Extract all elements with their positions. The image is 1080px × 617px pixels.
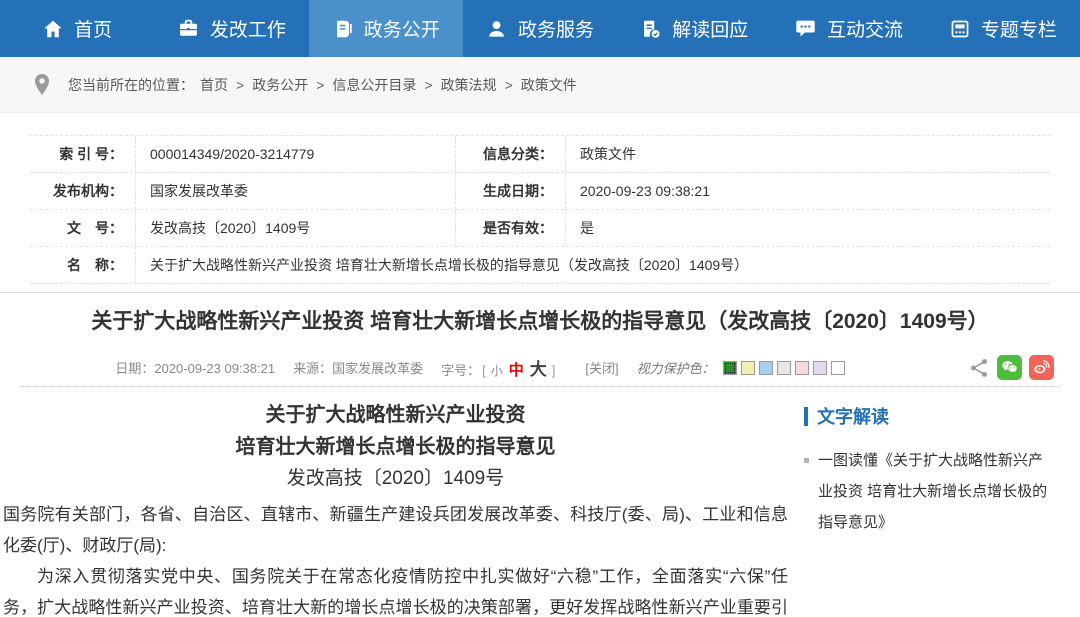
eye-protect-swatch[interactable] <box>795 361 809 375</box>
meta-inner: 日期：2020-09-23 09:38:21 来源：国家发展改革委 字号：[ 小中… <box>115 355 964 380</box>
nav-tab-ndrc-work[interactable]: 发改工作 <box>154 0 308 57</box>
title-band: 关于扩大战略性新兴产业投资 培育壮大新增长点增长极的指导意见（发改高技〔2020… <box>0 292 1080 349</box>
meta-source: 来源：国家发展改革委 <box>293 358 423 377</box>
nav-tab-label: 互动交流 <box>827 15 903 42</box>
wechat-icon[interactable] <box>997 355 1022 380</box>
eye-protect-swatch[interactable] <box>759 361 773 375</box>
info-value: 政策文件 <box>565 136 1050 172</box>
info-value: 2020-09-23 09:38:21 <box>565 173 1050 209</box>
nav-tab-label: 政务服务 <box>518 15 594 42</box>
breadcrumb-link[interactable]: 首页 <box>200 77 228 93</box>
document-title-line1: 关于扩大战略性新兴产业投资 <box>3 399 788 431</box>
info-label: 索 引 号： <box>30 136 135 172</box>
breadcrumb-trail: 首页 > 政务公开 > 信息公开目录 > 政策法规 > 政策文件 <box>200 75 577 95</box>
info-table-row: 发布机构：国家发展改革委生成日期：2020-09-23 09:38:21 <box>30 173 1050 210</box>
nav-tab-label: 解读回应 <box>672 15 748 42</box>
breadcrumb-separator: > <box>316 77 324 93</box>
document-title-line2: 培育壮大新增长点增长极的指导意见 <box>3 431 788 463</box>
breadcrumb-link[interactable]: 政务公开 <box>252 77 308 93</box>
breadcrumb-prefix: 您当前所在的位置： <box>68 75 194 95</box>
info-label: 名 称： <box>30 247 135 283</box>
heading-bar-icon <box>804 407 808 426</box>
breadcrumb: 您当前所在的位置： 首页 > 政务公开 > 信息公开目录 > 政策法规 > 政策文件 <box>0 57 1080 113</box>
share-group <box>968 355 1054 380</box>
nav-tab-home[interactable]: 首页 <box>0 0 154 57</box>
eye-protect-swatch[interactable] <box>777 361 791 375</box>
info-value: 是 <box>565 210 1050 246</box>
meta-date: 日期：2020-09-23 09:38:21 <box>115 358 275 377</box>
info-value: 国家发展改革委 <box>135 173 455 209</box>
info-value: 关于扩大战略性新兴产业投资 培育壮大新增长点增长极的指导意见（发改高技〔2020… <box>135 247 1050 283</box>
user-icon <box>486 18 508 40</box>
article: 关于扩大战略性新兴产业投资 培育壮大新增长点增长极的指导意见 发改高技〔2020… <box>0 387 790 617</box>
eye-protect-swatch[interactable] <box>723 361 737 375</box>
eye-protect-swatches <box>723 361 845 375</box>
info-table: 索 引 号：000014349/2020-3214779信息分类：政策文件发布机… <box>30 135 1050 284</box>
home-icon <box>42 18 64 40</box>
nav-tab-label: 专题专栏 <box>981 15 1057 42</box>
breadcrumb-separator: > <box>505 77 513 93</box>
font-size-small-button[interactable]: 小 <box>491 364 503 378</box>
info-label: 信息分类： <box>455 136 565 172</box>
page-title: 关于扩大战略性新兴产业投资 培育壮大新增长点增长极的指导意见（发改高技〔2020… <box>0 293 1080 349</box>
nav-tab-label: 发改工作 <box>210 15 286 42</box>
bracket: [ <box>482 363 486 378</box>
document-icon <box>332 18 354 40</box>
main-content: 关于扩大战略性新兴产业投资 培育壮大新增长点增长极的指导意见 发改高技〔2020… <box>0 387 1080 617</box>
document-number: 发改高技〔2020〕1409号 <box>3 463 788 495</box>
article-paragraph: 为深入贯彻落实党中央、国务院关于在常态化疫情防控中扎实做好“六稳”工作，全面落实… <box>3 561 788 617</box>
nav-tab-label: 政务公开 <box>364 15 440 42</box>
bracket: ] <box>552 363 556 378</box>
nav-tab-special-topics[interactable]: 专题专栏 <box>926 0 1080 57</box>
info-table-row: 索 引 号：000014349/2020-3214779信息分类：政策文件 <box>30 136 1050 173</box>
sidebar-heading: 文字解读 <box>804 403 1056 429</box>
eye-protect-swatch[interactable] <box>813 361 827 375</box>
nav-tab-label: 首页 <box>74 15 112 42</box>
font-size-control: 字号：[ 小中大] <box>441 355 557 380</box>
article-paragraph: 国务院有关部门，各省、自治区、直辖市、新疆生产建设兵团发展改革委、科技厅(委、局… <box>3 499 788 561</box>
info-value: 发改高技〔2020〕1409号 <box>135 210 455 246</box>
font-size-large-button[interactable]: 大 <box>530 360 547 379</box>
page: 首页发改工作政务公开政务服务解读回应互动交流专题专栏 您当前所在的位置： 首页>… <box>0 0 1080 617</box>
sidebar-links: 一图读懂《关于扩大战略性新兴产业投资 培育壮大新增长点增长极的指导意见》 <box>804 445 1056 538</box>
sidebar-link-text: 一图读懂《关于扩大战略性新兴产业投资 培育壮大新增长点增长极的指导意见》 <box>818 452 1047 531</box>
info-label: 是否有效： <box>455 210 565 246</box>
top-nav: 首页 发改工作 政务公开 政务服务 解读回应 互动交流 专题专栏 <box>0 0 1080 57</box>
nav-tab-interpret-response[interactable]: 解读回应 <box>617 0 771 57</box>
info-table-row: 文 号：发改高技〔2020〕1409号是否有效：是 <box>30 210 1050 247</box>
meta-bar: 日期：2020-09-23 09:38:21 来源：国家发展改革委 字号：[ 小中… <box>20 349 1060 387</box>
nav-tab-gov-service[interactable]: 政务服务 <box>463 0 617 57</box>
weibo-icon[interactable] <box>1029 355 1054 380</box>
breadcrumb-link[interactable]: 政策法规 <box>441 77 497 93</box>
sidebar: 文字解读 一图读懂《关于扩大战略性新兴产业投资 培育壮大新增长点增长极的指导意见… <box>790 387 1080 538</box>
bullet-dot <box>804 458 809 463</box>
article-body: 国务院有关部门，各省、自治区、直辖市、新疆生产建设兵团发展改革委、科技厅(委、局… <box>3 499 788 617</box>
info-label: 发布机构： <box>30 173 135 209</box>
font-size-label: 字号： <box>441 363 480 378</box>
font-size-medium-button[interactable]: 中 <box>509 362 524 379</box>
share-icon[interactable] <box>968 357 990 379</box>
sidebar-heading-text: 文字解读 <box>817 403 889 429</box>
nav-tab-gov-open[interactable]: 政务公开 <box>309 0 463 57</box>
info-label: 生成日期： <box>455 173 565 209</box>
eye-protect-label: 视力保护色： <box>637 358 715 377</box>
info-table-row: 名 称：关于扩大战略性新兴产业投资 培育壮大新增长点增长极的指导意见（发改高技〔… <box>30 247 1050 284</box>
eye-protect-swatch[interactable] <box>831 361 845 375</box>
map-pin-icon <box>34 73 50 96</box>
grid-icon <box>949 18 971 40</box>
briefcase-icon <box>177 17 200 40</box>
chat-icon <box>794 17 817 40</box>
sidebar-link[interactable]: 一图读懂《关于扩大战略性新兴产业投资 培育壮大新增长点增长极的指导意见》 <box>804 445 1056 538</box>
nav-tab-interaction[interactable]: 互动交流 <box>771 0 925 57</box>
info-value: 000014349/2020-3214779 <box>135 136 455 172</box>
breadcrumb-separator: > <box>236 77 244 93</box>
info-label: 文 号： <box>30 210 135 246</box>
breadcrumb-link[interactable]: 政策文件 <box>521 77 577 93</box>
breadcrumb-link[interactable]: 信息公开目录 <box>332 77 416 93</box>
close-button[interactable]: [关闭] <box>585 358 618 377</box>
breadcrumb-separator: > <box>424 77 432 93</box>
eye-protect-swatch[interactable] <box>741 361 755 375</box>
reply-icon <box>640 18 662 40</box>
